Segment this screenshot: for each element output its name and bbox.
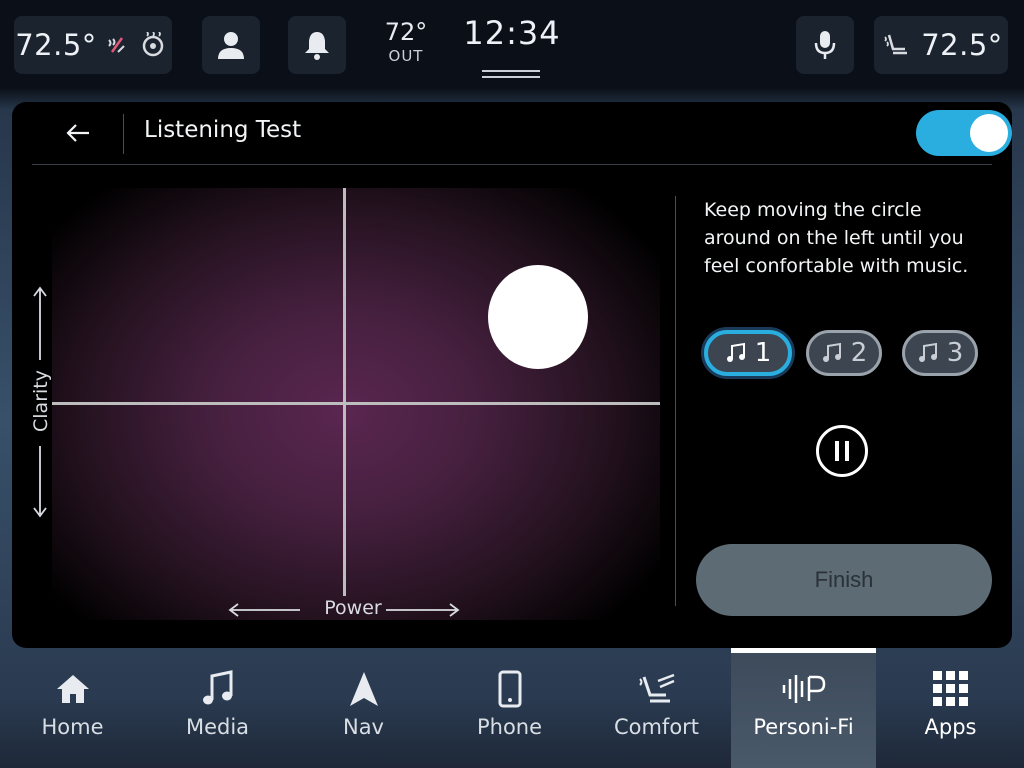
nav-apps-label: Apps bbox=[924, 715, 977, 739]
track-1-button[interactable]: 1 bbox=[704, 330, 792, 376]
nav-phone-label: Phone bbox=[476, 715, 543, 739]
drawer-handle[interactable] bbox=[482, 70, 540, 72]
pause-icon bbox=[835, 441, 849, 461]
panel-divider bbox=[675, 196, 676, 606]
nav-personi-fi[interactable]: Personi-Fi bbox=[731, 648, 876, 768]
back-arrow-icon bbox=[66, 124, 89, 142]
track-2-label: 2 bbox=[850, 338, 868, 368]
driver-climate-button[interactable]: 72.5° bbox=[14, 16, 172, 74]
horizontal-axis-line bbox=[52, 402, 660, 405]
track-1-label: 1 bbox=[754, 338, 772, 368]
passenger-climate-button[interactable]: 72.5° bbox=[874, 16, 1008, 74]
apps-grid-icon bbox=[878, 668, 1023, 710]
instruction-text: Keep moving the circle around on the lef… bbox=[704, 199, 969, 277]
drawer-handle-line bbox=[482, 76, 540, 78]
panel-header: Listening Test bbox=[32, 102, 1012, 165]
nav-personi-fi-label: Personi-Fi bbox=[753, 715, 854, 739]
home-icon bbox=[0, 668, 145, 710]
heated-seat-icon bbox=[879, 27, 915, 63]
profile-button[interactable] bbox=[202, 16, 260, 74]
nav-apps[interactable]: Apps bbox=[878, 648, 1023, 768]
bottom-navigation: Home Media Nav Phone Comfort Personi-Fi bbox=[0, 648, 1024, 768]
clock: 12:34 bbox=[463, 14, 561, 52]
nav-home-label: Home bbox=[41, 715, 104, 739]
comfort-seat-icon bbox=[584, 668, 729, 710]
clarity-axis: Clarity bbox=[26, 286, 56, 522]
heated-seat-wheel-icon bbox=[135, 27, 171, 63]
listening-test-panel: Listening Test Power Clarity Keep moving… bbox=[12, 102, 1012, 648]
phone-icon bbox=[437, 668, 582, 710]
vertical-axis-line bbox=[343, 188, 346, 596]
nav-home[interactable]: Home bbox=[0, 648, 145, 768]
nav-media[interactable]: Media bbox=[145, 648, 290, 768]
nav-comfort-label: Comfort bbox=[613, 715, 700, 739]
voice-button[interactable] bbox=[796, 16, 854, 74]
power-clarity-pad[interactable] bbox=[52, 188, 660, 620]
nav-comfort[interactable]: Comfort bbox=[584, 648, 729, 768]
music-note-icon bbox=[145, 668, 290, 710]
nav-nav[interactable]: Nav bbox=[291, 648, 436, 768]
header-divider bbox=[123, 114, 124, 154]
power-label: Power bbox=[324, 597, 382, 619]
passenger-temp: 72.5° bbox=[921, 28, 1003, 62]
music-note-icon bbox=[726, 342, 745, 362]
personi-fi-icon bbox=[731, 668, 876, 710]
track-3-button[interactable]: 3 bbox=[902, 330, 978, 376]
track-2-button[interactable]: 2 bbox=[806, 330, 882, 376]
toggle-knob bbox=[970, 114, 1008, 152]
power-axis: Power bbox=[228, 596, 478, 626]
page-title: Listening Test bbox=[144, 117, 302, 143]
music-note-icon bbox=[918, 342, 937, 362]
nav-nav-label: Nav bbox=[342, 715, 384, 739]
track-3-label: 3 bbox=[946, 338, 964, 368]
navigation-arrow-icon bbox=[291, 668, 436, 710]
music-note-icon bbox=[822, 342, 841, 362]
notifications-button[interactable] bbox=[288, 16, 346, 74]
driver-temp: 72.5° bbox=[15, 28, 97, 62]
finish-button[interactable]: Finish bbox=[696, 544, 992, 616]
outside-temp-label: OUT bbox=[388, 47, 424, 65]
nav-phone[interactable]: Phone bbox=[437, 648, 582, 768]
pause-button[interactable] bbox=[816, 425, 868, 477]
draggable-circle[interactable] bbox=[488, 265, 588, 369]
microphone-icon bbox=[807, 27, 843, 63]
outside-temperature: 72° OUT bbox=[376, 18, 436, 66]
clarity-label: Clarity bbox=[30, 370, 52, 432]
nav-media-label: Media bbox=[185, 715, 250, 739]
back-button[interactable] bbox=[58, 116, 98, 150]
status-bar: 72.5° 72° OUT 12:34 72.5° bbox=[0, 0, 1024, 88]
person-icon bbox=[213, 27, 249, 63]
active-indicator bbox=[731, 648, 876, 653]
listening-test-toggle[interactable] bbox=[916, 110, 1012, 156]
outside-temp-value: 72° bbox=[384, 18, 428, 46]
bell-icon bbox=[299, 27, 335, 63]
heated-steering-wheel-icon bbox=[99, 27, 135, 63]
